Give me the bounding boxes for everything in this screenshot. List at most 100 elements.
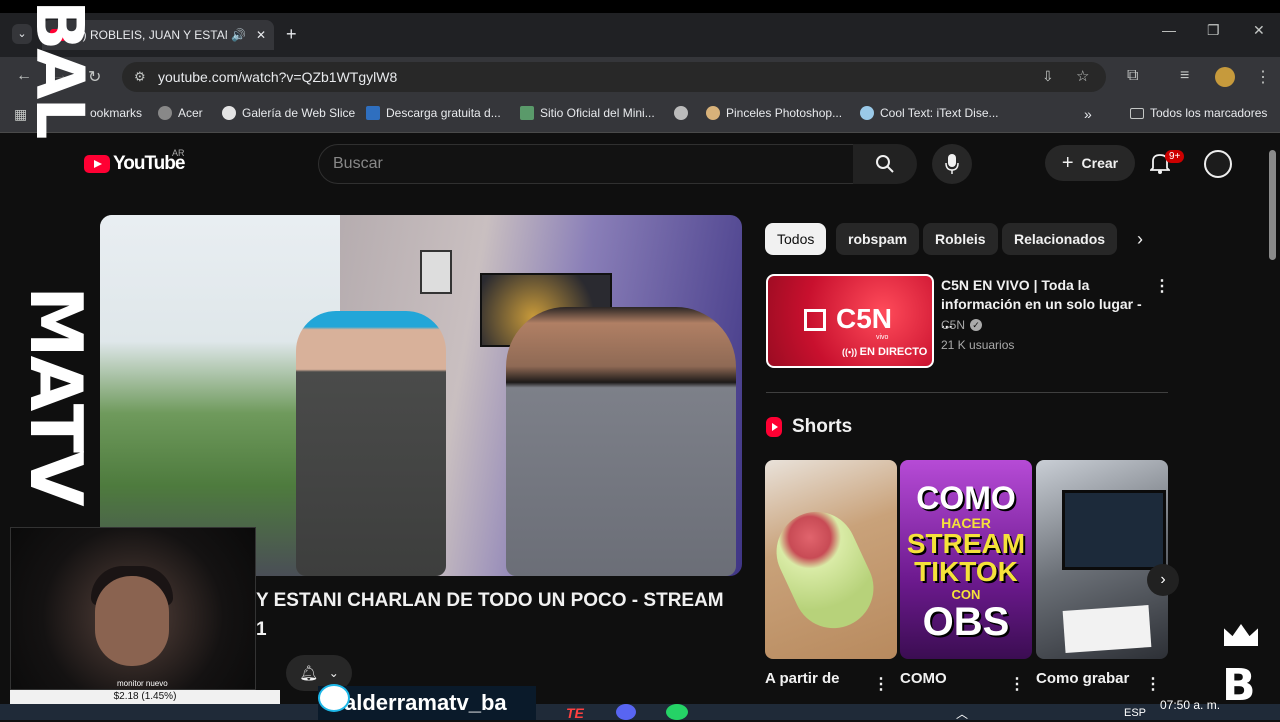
chip-robleis[interactable]: Robleis: [923, 223, 998, 255]
shorts-header: Shorts: [766, 416, 852, 438]
taskbar-clock[interactable]: 07:50 a. m.: [1160, 698, 1220, 712]
restore-icon[interactable]: ❐: [1207, 22, 1220, 39]
bookmark-item[interactable]: Pinceles Photoshop...: [706, 106, 842, 120]
short-thumbnail[interactable]: [765, 460, 897, 659]
c5n-brand: C5N: [836, 303, 893, 334]
search-button[interactable]: [853, 144, 917, 184]
youtube-logo[interactable]: YouTube: [84, 153, 185, 175]
price-ticker: $2.18 (1.45%): [10, 690, 280, 704]
chip-label: robspam: [848, 231, 908, 247]
short-thumb-text: STREAM: [906, 528, 1026, 559]
short-title[interactable]: COMO: [900, 670, 947, 687]
more-bookmarks-button[interactable]: »: [1084, 106, 1092, 122]
shorts-title: Shorts: [792, 416, 853, 437]
shorts-next-button[interactable]: ›: [1147, 564, 1179, 596]
channel-name: C5N: [941, 318, 966, 332]
live-icon: ((•)): [842, 347, 860, 357]
brush-icon: [706, 106, 720, 120]
short-title[interactable]: Como grabar: [1036, 670, 1129, 687]
short-thumb-text: COMO: [916, 480, 1016, 516]
taskbar-app-icon[interactable]: TE: [566, 705, 584, 721]
chip-robspam[interactable]: robspam: [836, 223, 920, 255]
discord-icon[interactable]: [616, 704, 636, 720]
bookmark-item[interactable]: Galería de Web Slice: [222, 106, 355, 120]
speaker-icon[interactable]: 🔊: [231, 28, 246, 42]
close-window-icon[interactable]: ✕: [1253, 22, 1265, 39]
language-indicator[interactable]: ESP: [1124, 707, 1146, 719]
chevron-right-icon: ›: [1160, 571, 1166, 588]
overlay-vertical-text: BAL: [21, 0, 98, 138]
short-thumbnail[interactable]: [1036, 460, 1168, 659]
section-divider: [766, 392, 1168, 393]
live-label: ((•)) EN DIRECTO: [842, 346, 927, 358]
bookmark-item[interactable]: Cool Text: iText Dise...: [860, 106, 999, 120]
chips-next-icon[interactable]: ›: [1137, 229, 1143, 250]
chip-label: Todos: [777, 231, 815, 247]
crown-icon: [1224, 624, 1258, 646]
notification-badge: 9+: [1165, 150, 1185, 163]
site-info-icon[interactable]: ⚙: [134, 69, 146, 85]
page-scrollbar[interactable]: [1269, 150, 1276, 260]
all-bookmarks-button[interactable]: Todos los marcadores: [1130, 106, 1267, 120]
url-text: youtube.com/watch?v=QZb1WTgylW8: [158, 69, 398, 85]
bookmark-label: Pinceles Photoshop...: [726, 106, 843, 120]
ministry-icon: [520, 106, 534, 120]
folder-icon: [1130, 107, 1144, 119]
profile-avatar[interactable]: [1215, 67, 1235, 87]
bookmark-item[interactable]: Sitio Oficial del Mini...: [520, 106, 655, 120]
bookmark-label: Acer: [178, 106, 203, 120]
more-bookmarks-label: »: [1084, 106, 1092, 122]
verified-icon: ✓: [970, 319, 983, 331]
create-button[interactable]: + Crear: [1045, 145, 1135, 181]
search-icon: [876, 155, 894, 173]
recommended-viewers: 21 K usuarios: [941, 338, 1015, 352]
plus-icon: +: [1061, 151, 1074, 174]
bookmark-star-icon[interactable]: ☆: [1076, 67, 1089, 85]
overlay-vertical-text: MATV: [14, 286, 98, 505]
bookmark-item[interactable]: Descarga gratuita d...: [366, 106, 501, 120]
short-menu-icon[interactable]: ⋮: [1009, 674, 1025, 694]
chip-todos[interactable]: Todos: [765, 223, 827, 255]
short-thumb-text: TIKTOK: [914, 556, 1018, 587]
short-menu-icon[interactable]: ⋮: [1145, 674, 1161, 694]
whatsapp-icon[interactable]: [666, 704, 688, 720]
extensions-icon[interactable]: ⧉: [1127, 67, 1138, 85]
video-player[interactable]: [100, 215, 742, 576]
short-thumbnail[interactable]: COMO HACER STREAM TIKTOK CON OBS: [900, 460, 1032, 659]
voice-search-button[interactable]: [932, 144, 972, 184]
tray-expand-icon[interactable]: ︿: [956, 705, 968, 722]
short-scene-note: [1062, 605, 1152, 653]
address-bar[interactable]: ⚙ youtube.com/watch?v=QZb1WTgylW8 ⇩ ☆: [122, 62, 1106, 92]
account-avatar[interactable]: [1204, 150, 1232, 178]
chip-label: Relacionados: [1014, 231, 1106, 247]
tab-close-icon[interactable]: ✕: [256, 28, 266, 42]
acer-icon: [158, 106, 172, 120]
web-slice-icon: [222, 106, 236, 120]
media-control-icon[interactable]: ≡: [1180, 67, 1189, 85]
install-icon[interactable]: ⇩: [1042, 68, 1054, 85]
video-title-line2: 1: [256, 619, 267, 640]
menu-kebab-icon[interactable]: ⋮: [1255, 67, 1271, 87]
chip-relacionados[interactable]: Relacionados: [1002, 223, 1118, 255]
brand-letter: B: [1222, 660, 1256, 711]
all-bookmarks-label: Todos los marcadores: [1150, 106, 1268, 120]
recommended-menu-icon[interactable]: ⋮: [1154, 276, 1170, 296]
chevron-down-icon: ⌄: [328, 666, 339, 680]
bookmark-item[interactable]: Acer: [158, 106, 203, 120]
taskbar: [0, 704, 1280, 720]
search-input[interactable]: Buscar: [318, 144, 854, 184]
recommended-thumbnail[interactable]: C5N vivo ((•)) EN DIRECTO: [766, 274, 934, 368]
search-placeholder: Buscar: [333, 155, 383, 172]
shorts-icon: [766, 417, 782, 437]
short-title[interactable]: A partir de: [765, 670, 839, 687]
new-tab-button[interactable]: +: [286, 24, 297, 45]
minimize-icon[interactable]: —: [1162, 22, 1176, 38]
recommended-channel[interactable]: C5N ✓: [941, 318, 983, 332]
video-person-left: [296, 311, 446, 576]
webcam-overlay: [10, 527, 256, 690]
bookmark-label: Sitio Oficial del Mini...: [540, 106, 655, 120]
short-scene-monitor: [1062, 490, 1166, 570]
download-site-icon: [366, 106, 380, 120]
short-menu-icon[interactable]: ⋮: [873, 674, 889, 694]
globe-icon[interactable]: [674, 106, 688, 120]
